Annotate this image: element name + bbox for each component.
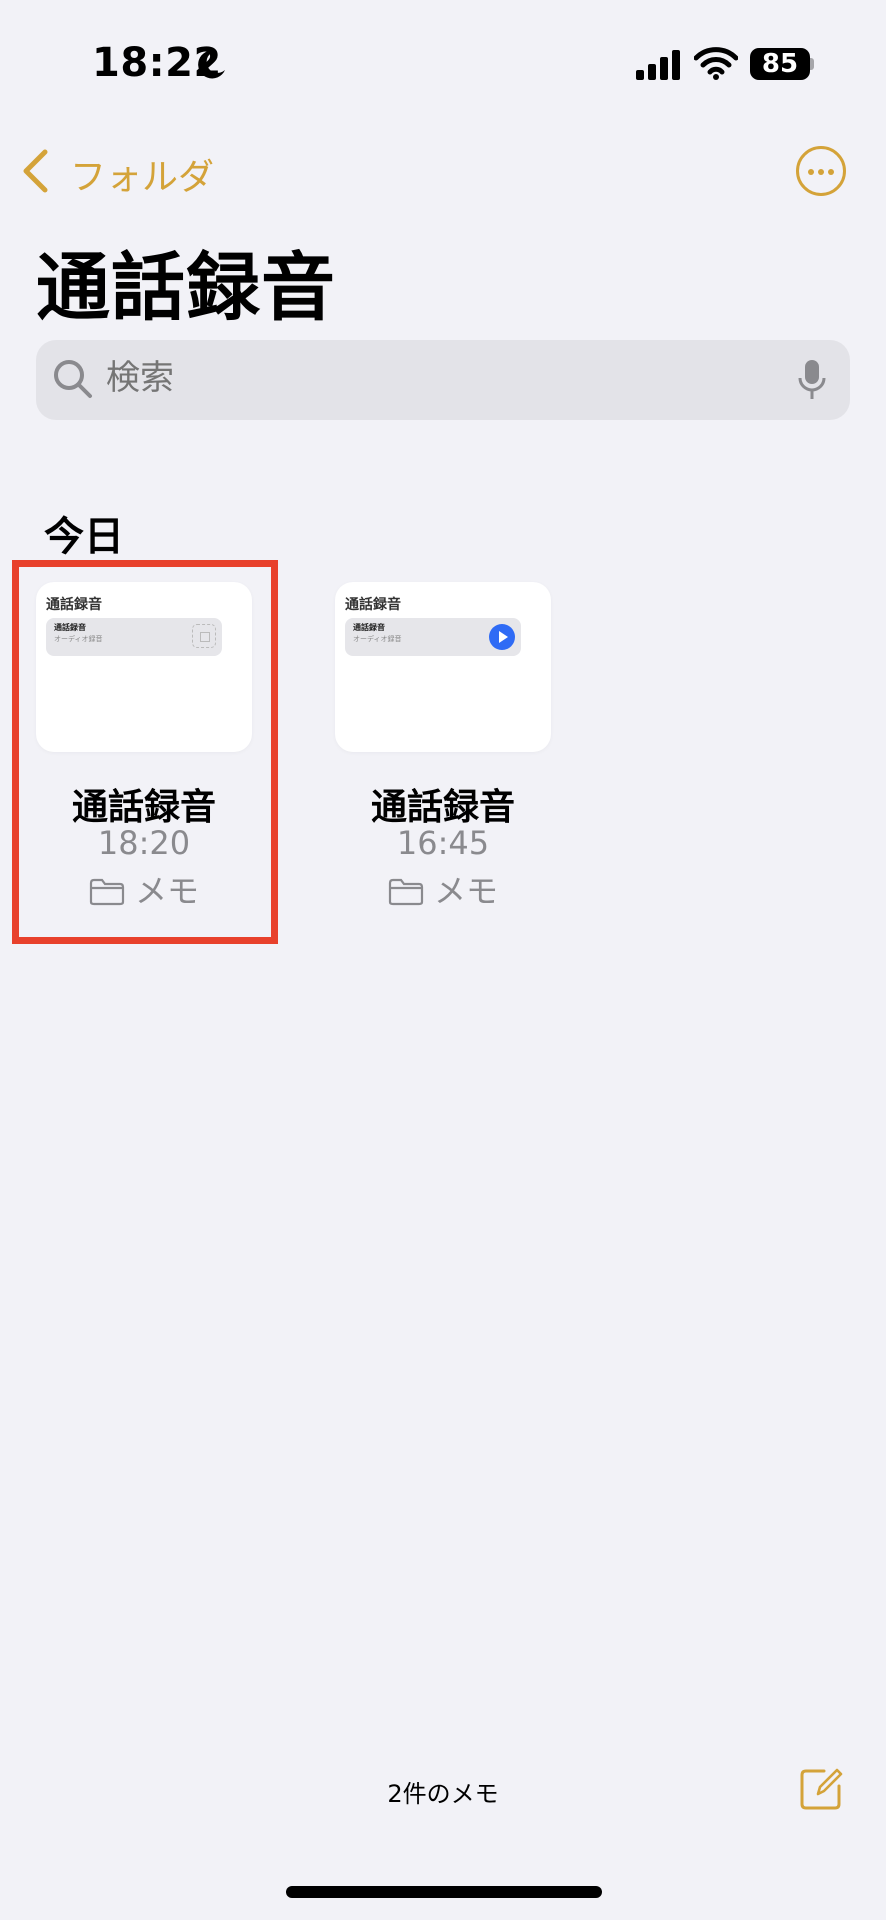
thumbnail-title: 通話録音: [46, 597, 102, 613]
note-thumbnail[interactable]: 通話録音 通話録音 オーディオ録音: [335, 582, 551, 752]
moon-icon: [198, 50, 225, 79]
cellular-signal-icon: [636, 50, 680, 80]
pending-audio-icon: [192, 624, 216, 648]
note-time: 18:20: [97, 824, 191, 862]
note-thumbnail[interactable]: 通話録音 通話録音 オーディオ録音: [36, 582, 252, 752]
back-chevron-icon[interactable]: [20, 148, 50, 194]
battery-cap: [810, 58, 814, 70]
attachment-title: 通話録音: [353, 623, 385, 632]
note-title[interactable]: 通話録音: [313, 778, 573, 830]
folder-name: メモ: [433, 872, 498, 910]
play-icon[interactable]: [489, 624, 515, 650]
audio-attachment: 通話録音 オーディオ録音: [345, 618, 521, 656]
attachment-subtitle: オーディオ録音: [353, 635, 402, 643]
folder-icon: [89, 878, 125, 906]
note-folder: メモ: [313, 866, 573, 912]
section-header-today: 今日: [44, 514, 124, 560]
home-indicator[interactable]: [286, 1886, 602, 1898]
battery-indicator: 85: [750, 48, 810, 80]
note-folder: メモ: [14, 866, 274, 912]
note-title[interactable]: 通話録音: [14, 778, 274, 830]
note-count: 2件のメモ: [387, 1780, 499, 1808]
page-title: 通話録音: [36, 245, 336, 331]
search-icon: [54, 360, 92, 398]
search-input[interactable]: [106, 358, 666, 398]
thumbnail-title: 通話録音: [345, 597, 401, 613]
compose-icon[interactable]: [798, 1766, 844, 1812]
attachment-title: 通話録音: [54, 623, 86, 632]
more-dot-icon: [828, 169, 834, 175]
folder-icon: [388, 878, 424, 906]
more-dot-icon: [808, 169, 814, 175]
more-dot-icon: [818, 169, 824, 175]
wifi-icon: [694, 47, 738, 80]
audio-attachment: 通話録音 オーディオ録音: [46, 618, 222, 656]
note-time: 16:45: [396, 824, 490, 862]
back-button[interactable]: フォルダ: [70, 148, 214, 200]
folder-name: メモ: [134, 872, 199, 910]
attachment-subtitle: オーディオ録音: [54, 635, 103, 643]
microphone-icon[interactable]: [798, 358, 826, 402]
more-options-button[interactable]: [796, 146, 846, 196]
